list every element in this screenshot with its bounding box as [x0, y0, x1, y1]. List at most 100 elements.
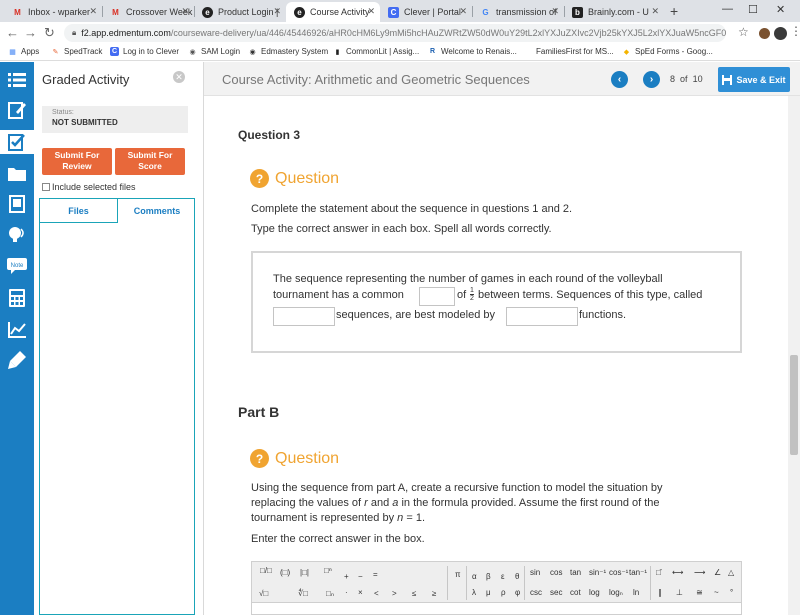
browser-menu-icon[interactable]: ⋮ [790, 24, 800, 38]
parallel-button[interactable]: ∥ [658, 588, 662, 597]
graph-icon[interactable] [7, 320, 27, 340]
bookmark-renaissance[interactable]: R Welcome to Renais... [428, 47, 517, 56]
tan-button[interactable]: tan [570, 568, 581, 577]
bookmark-apps[interactable]: ▦ Apps [8, 47, 39, 56]
greater-equal-button[interactable]: ≥ [432, 589, 436, 598]
close-tab-icon[interactable]: ✕ [273, 6, 281, 17]
function-type-input[interactable] [506, 307, 578, 326]
previous-page-button[interactable]: ‹ [611, 71, 628, 88]
beta-button[interactable]: β [486, 572, 491, 581]
lambda-button[interactable]: λ [472, 588, 476, 597]
dot-button[interactable]: · [345, 588, 348, 597]
parentheses-button[interactable]: (□) [280, 568, 290, 577]
highlighter-icon[interactable] [7, 350, 27, 370]
extension-icon[interactable] [759, 28, 770, 39]
equals-button[interactable]: = [373, 570, 378, 579]
close-tab-icon[interactable]: ✕ [459, 6, 467, 17]
sec-button[interactable]: sec [550, 588, 562, 597]
overline-button[interactable]: □̄ [656, 568, 661, 577]
reload-icon[interactable]: ↻ [44, 25, 55, 41]
bookmark-commonlit[interactable]: ▮ CommonLit | Assig... [333, 47, 420, 56]
csc-button[interactable]: csc [530, 588, 542, 597]
back-icon[interactable]: ← [6, 25, 19, 40]
subscript-button[interactable]: □ₙ [326, 589, 334, 598]
nth-root-button[interactable]: ∜□ [298, 589, 308, 598]
ln-button[interactable]: ln [633, 588, 639, 597]
bookmark-familiesfirst[interactable]: FamiliesFirst for MS... [536, 47, 614, 56]
close-tab-icon[interactable]: ✕ [181, 6, 189, 17]
log-button[interactable]: log [589, 588, 600, 597]
cos-button[interactable]: cos [550, 568, 562, 577]
bookmark-spedtrack[interactable]: ✎ SpedTrack [51, 47, 103, 56]
epsilon-button[interactable]: ε [501, 572, 505, 581]
rho-button[interactable]: ρ [501, 588, 506, 597]
arccos-button[interactable]: cos⁻¹ [609, 568, 628, 577]
bookmark-star-icon[interactable]: ☆ [738, 25, 749, 39]
submit-for-score-button[interactable]: Submit For Score [115, 148, 185, 175]
close-panel-icon[interactable]: ✕ [173, 71, 185, 83]
times-button[interactable]: × [358, 588, 363, 597]
similar-button[interactable]: ~ [714, 588, 719, 597]
perpendicular-button[interactable]: ⊥ [676, 588, 683, 597]
browser-tab[interactable]: b Brainly.com - U ✕ [564, 2, 664, 22]
close-window-icon[interactable]: ✕ [776, 3, 785, 16]
theta-button[interactable]: θ [515, 572, 519, 581]
close-tab-icon[interactable]: ✕ [89, 6, 97, 17]
bookmark-clever[interactable]: C Log in to Clever [110, 47, 179, 56]
bookmark-sped-forms[interactable]: ◆ SpEd Forms - Goog... [622, 47, 713, 56]
bookmark-edmastery[interactable]: ◉ Edmastery System [248, 47, 328, 56]
profile-avatar[interactable] [774, 27, 787, 40]
include-files-option[interactable]: Include selected files [42, 182, 136, 192]
close-tab-icon[interactable]: ✕ [551, 6, 559, 17]
minimize-icon[interactable]: — [722, 3, 733, 15]
degree-button[interactable]: ° [730, 588, 733, 597]
absolute-value-button[interactable]: |□| [300, 568, 309, 577]
submit-for-review-button[interactable]: Submit For Review [42, 148, 112, 175]
notes-edit-icon[interactable] [7, 100, 27, 120]
exponent-button[interactable]: □ⁿ [324, 566, 332, 575]
save-exit-button[interactable]: Save & Exit [718, 67, 790, 92]
congruent-button[interactable]: ≅ [696, 588, 703, 597]
angle-button[interactable]: ∠ [714, 568, 721, 577]
ray-button[interactable]: ⟶ [694, 568, 705, 577]
sequence-type-input[interactable] [273, 307, 335, 326]
browser-tab-active[interactable]: e Course Activity ✕ [286, 2, 380, 22]
forward-icon[interactable]: → [24, 25, 37, 40]
book-icon[interactable] [7, 194, 27, 214]
new-tab-button[interactable]: + [670, 3, 678, 19]
checklist-icon[interactable] [0, 130, 34, 154]
sin-button[interactable]: sin [530, 568, 540, 577]
maximize-icon[interactable]: ☐ [748, 3, 758, 16]
square-root-button[interactable]: √□ [259, 589, 268, 598]
math-answer-input[interactable] [251, 603, 742, 615]
scrollbar-thumb[interactable] [790, 355, 798, 455]
browser-tab[interactable]: M Crossover Week ✕ [102, 2, 194, 22]
arcsin-button[interactable]: sin⁻¹ [589, 568, 606, 577]
line-button[interactable]: ⟷ [672, 568, 683, 577]
tab-files[interactable]: Files [40, 199, 118, 223]
less-equal-button[interactable]: ≤ [412, 589, 416, 598]
bookmark-sam[interactable]: ◉ SAM Login [188, 47, 240, 56]
folder-icon[interactable] [7, 163, 27, 183]
include-files-checkbox[interactable] [42, 183, 50, 191]
url-field[interactable]: 🔒︎ f2.app.edmentum.com /courseware-deliv… [64, 24, 726, 42]
greater-than-button[interactable]: > [392, 589, 397, 598]
tab-comments[interactable]: Comments [118, 199, 196, 223]
less-than-button[interactable]: < [374, 589, 379, 598]
minus-button[interactable]: − [358, 572, 363, 581]
mu-button[interactable]: μ [486, 588, 491, 597]
close-tab-icon[interactable]: ✕ [651, 6, 659, 17]
triangle-button[interactable]: △ [728, 568, 734, 577]
plus-button[interactable]: + [344, 572, 349, 581]
note-icon[interactable]: Note [7, 256, 27, 276]
close-tab-icon[interactable]: ✕ [367, 6, 375, 17]
calculator-icon[interactable] [7, 288, 27, 308]
cot-button[interactable]: cot [570, 588, 581, 597]
log-base-button[interactable]: logₙ [609, 588, 623, 597]
common-blank-input[interactable] [419, 287, 455, 306]
next-page-button[interactable]: › [643, 71, 660, 88]
alpha-button[interactable]: α [472, 572, 477, 581]
browser-tab[interactable]: C Clever | Portal ✕ [380, 2, 472, 22]
browser-tab[interactable]: M Inbox - wparker ✕ [4, 2, 102, 22]
browser-tab[interactable]: G transmission of ✕ [472, 2, 564, 22]
